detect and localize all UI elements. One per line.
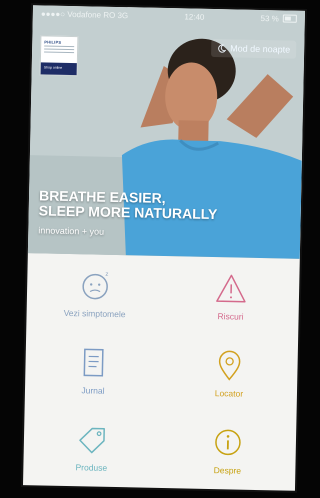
menu-item-symptoms[interactable]: z Vezi simptomele (26, 253, 164, 333)
phone-screen: ●●●●○ Vodafone RO 3G 12:40 53 % PHILIPS … (23, 5, 305, 491)
logo-text-lines (44, 45, 75, 58)
svg-text:z: z (105, 271, 108, 277)
journal-document-icon (83, 348, 104, 377)
carrier-label: ●●●●○ Vodafone RO 3G (40, 8, 129, 20)
night-mode-toggle[interactable]: Mod de noapte (210, 38, 297, 59)
location-pin-icon (218, 350, 241, 381)
menu-item-products[interactable]: Produse (23, 408, 161, 488)
menu-item-risks[interactable]: Riscuri (162, 256, 300, 336)
menu-item-locator[interactable]: Locator (161, 333, 299, 413)
menu-item-journal[interactable]: Jurnal (25, 330, 163, 410)
hero-headline: BREATHE EASIER, SLEEP MORE NATURALLY (38, 187, 218, 223)
warning-triangle-icon (216, 274, 246, 303)
info-icon (215, 429, 241, 456)
hero-tagline: innovation + you (38, 225, 105, 237)
menu-label-products: Produse (75, 462, 108, 474)
symptoms-face-icon: z (82, 271, 108, 299)
menu-label-symptoms: Vezi simptomele (63, 307, 126, 319)
hero-banner: ●●●●○ Vodafone RO 3G 12:40 53 % PHILIPS … (27, 5, 305, 259)
clock: 12:40 (184, 11, 205, 22)
menu-label-journal: Jurnal (81, 385, 105, 396)
product-tag-icon (79, 428, 105, 454)
menu-label-risks: Riscuri (217, 310, 244, 322)
menu-grid: z Vezi simptomele Riscuri Jurnal Locator… (23, 253, 300, 491)
logo-brand: PHILIPS (44, 39, 62, 45)
menu-label-about: Despre (213, 465, 242, 476)
battery-level: 53 % (260, 13, 279, 23)
moon-icon (218, 44, 227, 53)
logo-shop-button[interactable]: Shop online (40, 62, 77, 76)
battery-icon (282, 14, 297, 23)
app-logo[interactable]: PHILIPS Shop online (39, 35, 79, 77)
night-mode-label: Mod de noapte (230, 43, 291, 55)
menu-item-about[interactable]: Despre (159, 411, 297, 491)
menu-label-locator: Locator (214, 388, 244, 399)
